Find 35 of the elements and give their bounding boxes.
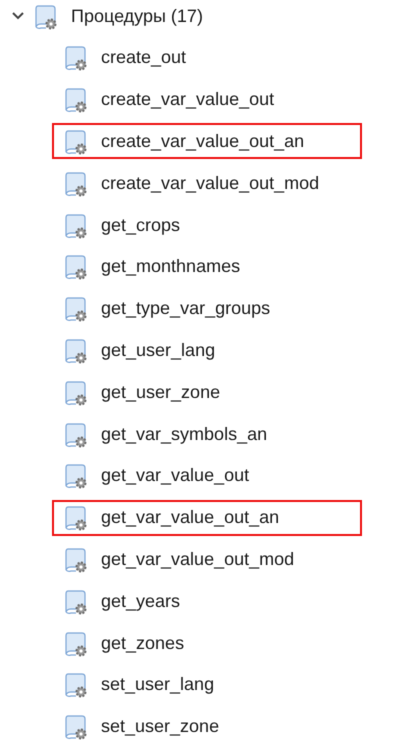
tree-item[interactable]: get_user_lang — [52, 332, 224, 368]
tree-item[interactable]: get_monthnames — [52, 248, 248, 285]
tree-item[interactable]: get_user_zone — [52, 374, 228, 410]
tree-item[interactable]: get_var_value_out_mod — [52, 541, 302, 578]
tree-item[interactable]: Процедуры (17) — [71, 2, 203, 30]
item-label: create_out — [101, 46, 186, 70]
tree-item[interactable]: get_var_symbols_an — [52, 416, 276, 452]
tree-item[interactable]: create_out — [52, 40, 194, 76]
item-label: get_zones — [101, 632, 184, 655]
tree-item[interactable]: create_var_value_out — [52, 82, 282, 118]
tree-item[interactable]: set_user_zone — [52, 708, 228, 745]
tree-item[interactable]: set_user_lang — [52, 666, 222, 703]
item-label: get_crops — [101, 214, 180, 237]
item-label: get_var_value_out — [101, 464, 250, 488]
tree-item[interactable]: get_crops — [52, 207, 188, 244]
item-label: get_var_value_out_an — [101, 506, 280, 530]
tree-item[interactable]: get_var_value_out — [52, 458, 258, 494]
item-label: get_var_value_out_mod — [101, 548, 294, 571]
item-label: create_var_value_out — [101, 88, 274, 112]
tree-item[interactable]: get_years — [52, 583, 188, 620]
item-label: get_user_zone — [101, 380, 220, 404]
tree-item[interactable]: get_type_var_groups — [52, 290, 278, 327]
item-label: set_user_lang — [101, 673, 214, 696]
tree-item[interactable]: create_var_value_out_mod — [52, 165, 328, 202]
item-label: create_var_value_out_mod — [101, 172, 320, 195]
item-label: create_var_value_out_an — [101, 130, 304, 153]
item-label: get_monthnames — [101, 255, 240, 278]
item-label: set_user_zone — [101, 715, 220, 738]
item-label: get_years — [101, 590, 180, 613]
item-label: get_var_symbols_an — [101, 422, 268, 446]
item-label: get_user_lang — [101, 338, 216, 362]
tree-item[interactable]: create_var_value_out_an — [52, 123, 362, 160]
item-label: get_type_var_groups — [101, 297, 270, 320]
tree-item[interactable]: get_var_value_out_an — [52, 500, 362, 536]
tree-item[interactable]: get_zones — [52, 625, 192, 662]
